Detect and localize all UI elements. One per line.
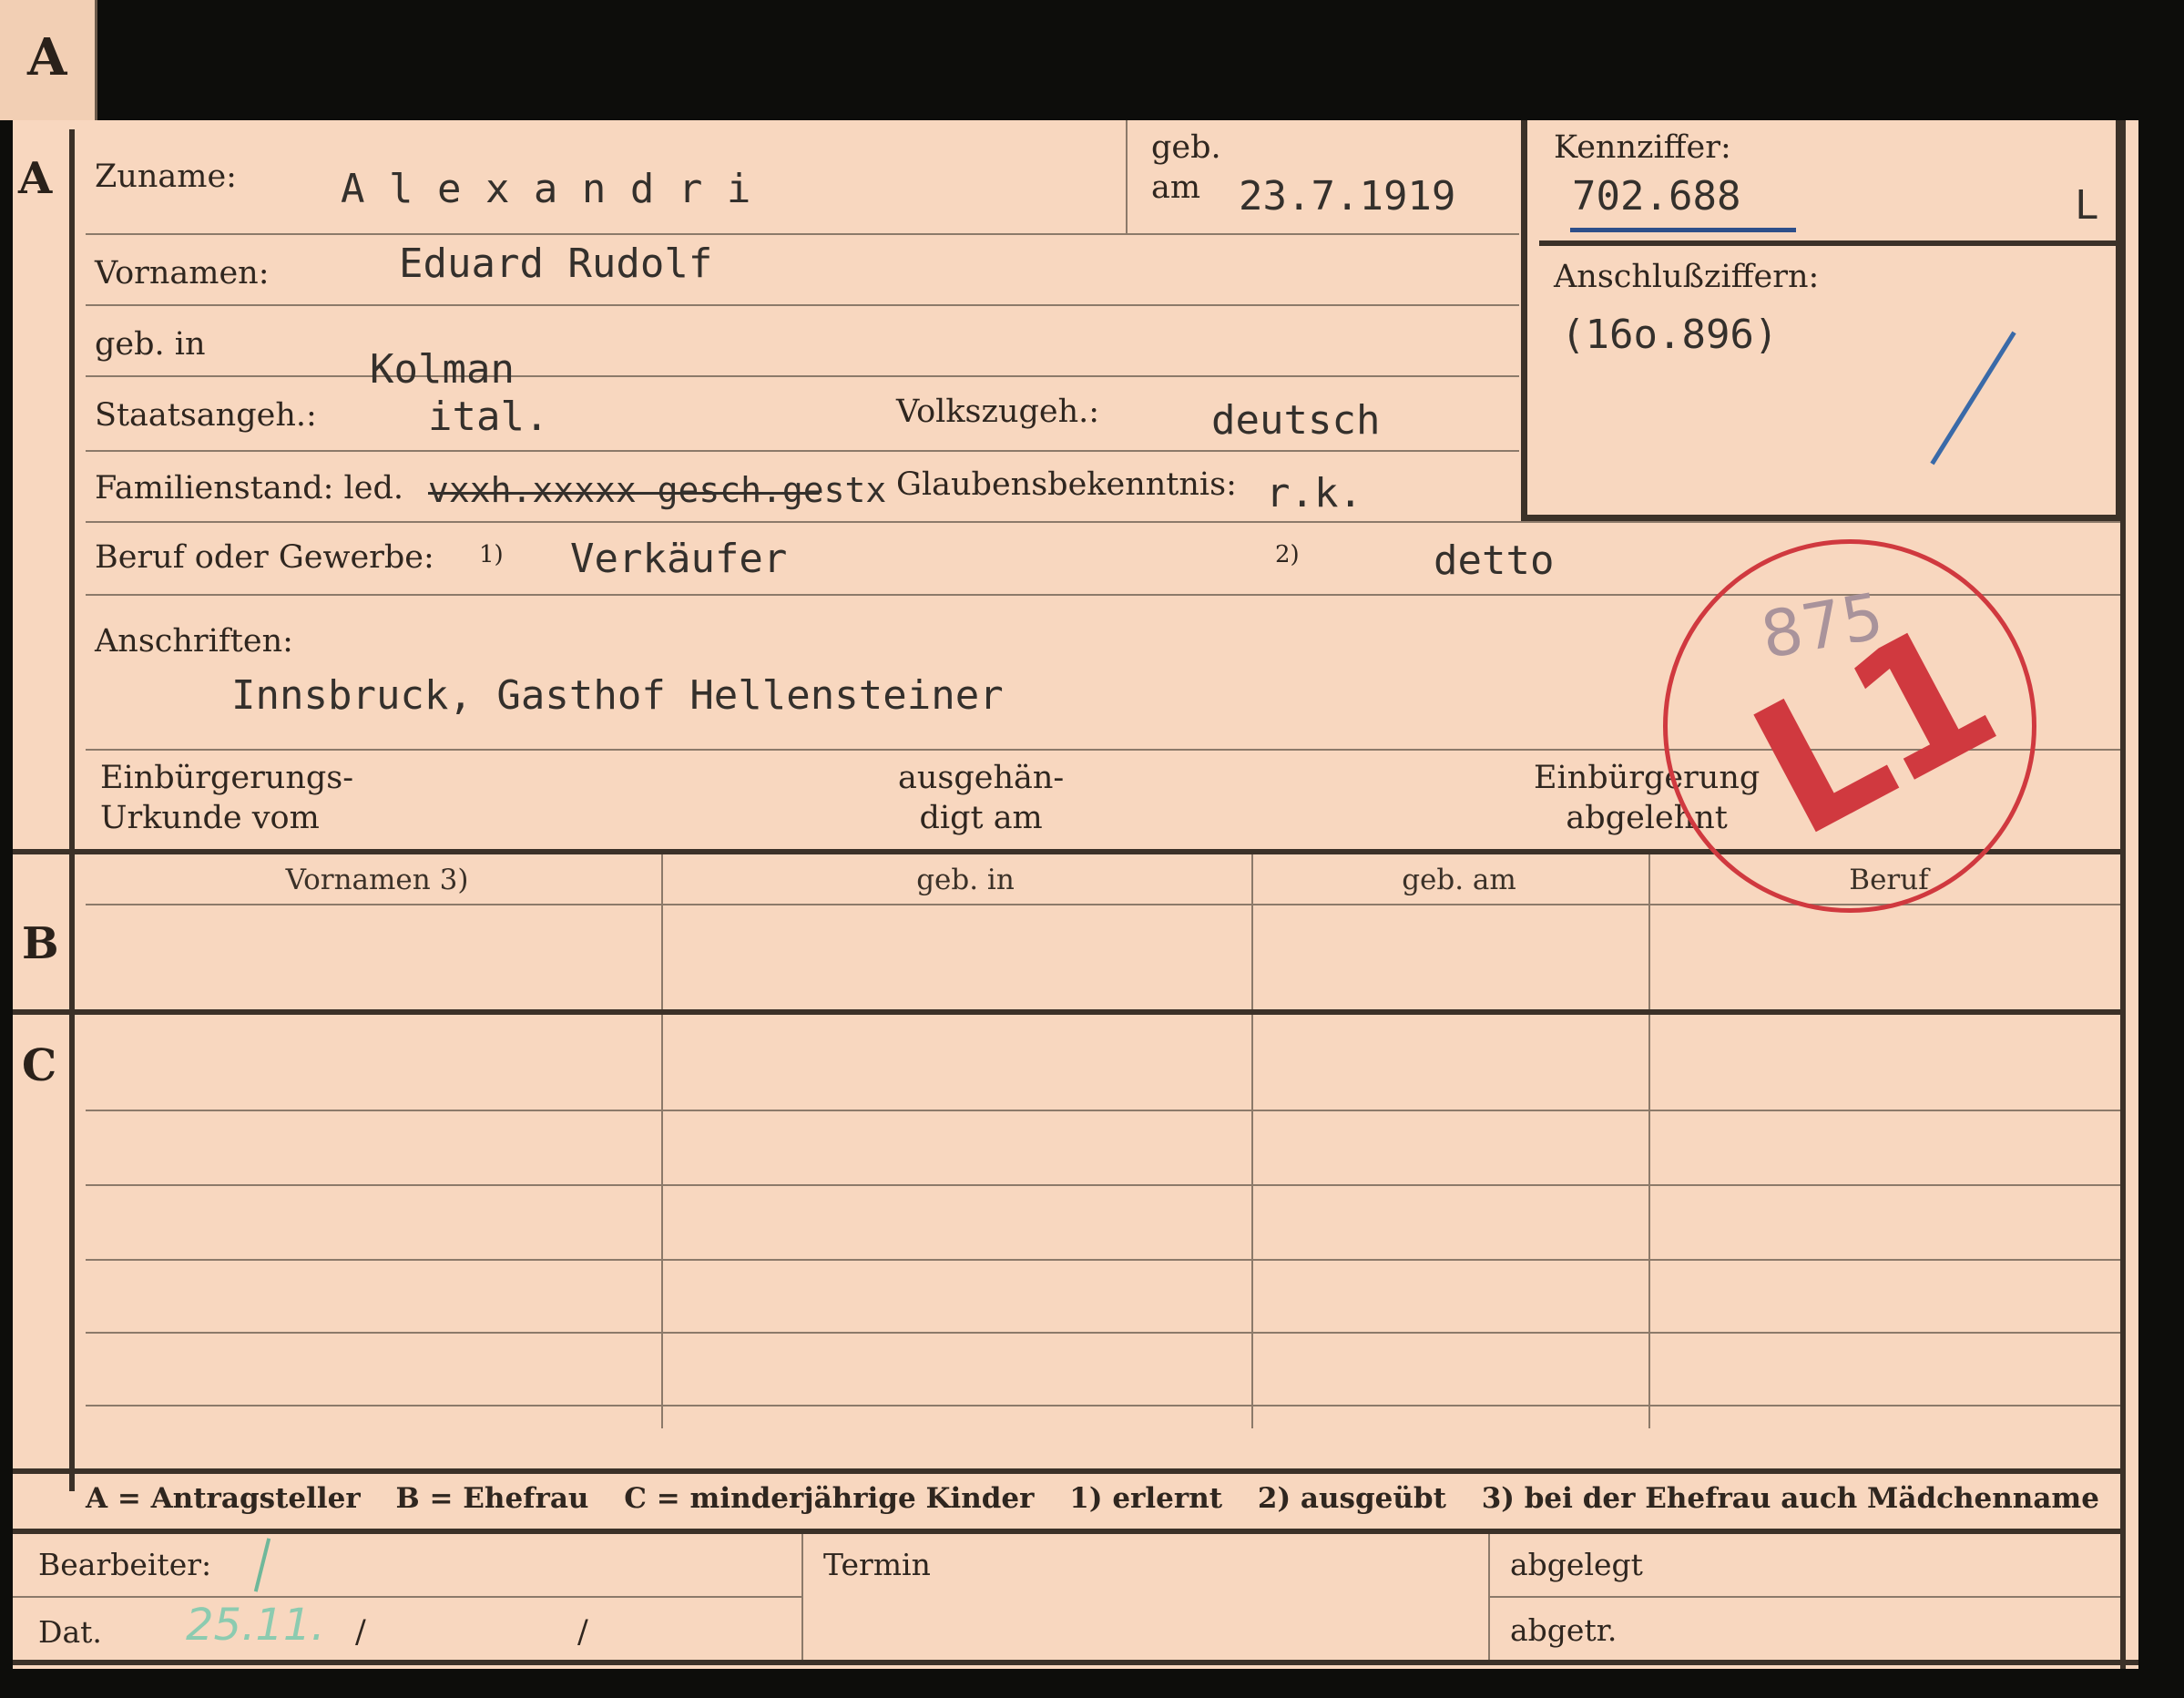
termin-label: Termin — [823, 1547, 931, 1582]
beruf-label: Beruf oder Gewerbe: — [95, 539, 434, 576]
dat-label: Dat. — [38, 1614, 102, 1650]
legend-note-1: 1) erlernt — [1069, 1482, 1223, 1515]
volkszugeh-value: deutsch — [1211, 397, 1381, 444]
left-margin-rule — [69, 129, 75, 1491]
row-rule — [86, 233, 1519, 235]
anschriften-value: Innsbruck, Gasthof Hellensteiner — [231, 672, 1004, 719]
staatsangeh-value: ital. — [428, 394, 549, 440]
vornamen-label: Vornamen: — [95, 255, 270, 292]
beruf-note-2: 2) — [1275, 541, 1300, 568]
ausgehaendigt-label: ausgehän- digt am — [898, 760, 1065, 836]
geb-label: geb. — [1151, 129, 1221, 166]
bearbeiter-mark — [253, 1538, 271, 1592]
strike-line — [428, 492, 820, 495]
section-divider-bc — [13, 1009, 2126, 1015]
footer-row-rule — [13, 1596, 801, 1598]
legend-note-2: 2) ausgeübt — [1257, 1482, 1446, 1515]
col-rule — [1251, 854, 1253, 1009]
geb-in-label: geb. in — [95, 326, 206, 363]
legend-c: C = minderjährige Kinder — [624, 1482, 1035, 1515]
col-rule — [1126, 120, 1128, 233]
anschluss-label: Anschlußziffern: — [1554, 259, 1820, 295]
kennziffer-label: Kennziffer: — [1554, 129, 1731, 166]
anschriften-label: Anschriften: — [95, 623, 293, 660]
kennziffer-value: 702.688 — [1572, 173, 1741, 220]
legend-top-rule — [13, 1468, 2126, 1474]
staatsangeh-label: Staatsangeh.: — [95, 397, 317, 434]
col-rule — [661, 854, 663, 1009]
footer-row-rule — [1488, 1596, 2120, 1598]
abgetr-label: abgetr. — [1510, 1612, 1618, 1648]
section-b-letter: B — [22, 918, 59, 969]
row-rule — [86, 304, 1519, 306]
legend: A = Antragsteller B = Ehefrau C = minder… — [86, 1482, 2125, 1515]
beruf-value-2: detto — [1434, 537, 1555, 584]
card-bottom-rule — [13, 1660, 2138, 1665]
row-rule — [86, 1110, 2120, 1111]
col-head-geb-in: geb. in — [916, 864, 1015, 896]
dat-slash-1: / — [355, 1614, 366, 1651]
col-rule — [1648, 854, 1650, 1009]
volkszugeh-label: Volkszugeh.: — [896, 394, 1100, 430]
kennziffer-divider — [1539, 240, 2122, 246]
glauben-value: r.k. — [1266, 470, 1362, 517]
bearbeiter-label: Bearbeiter: — [38, 1547, 212, 1582]
row-rule — [86, 375, 1519, 377]
birth-date: 23.7.1919 — [1239, 173, 1456, 220]
footer-col-rule — [1488, 1534, 1490, 1662]
col-rule — [661, 1015, 663, 1428]
tab-letter: A — [27, 27, 67, 87]
beruf-note-1: 1) — [479, 541, 504, 568]
am-label: am — [1151, 169, 1201, 206]
glauben-label: Glaubensbekenntnis: — [896, 466, 1237, 503]
col-head-vornamen: Vornamen 3) — [285, 864, 469, 896]
section-a-letter: A — [18, 153, 53, 204]
anschluss-value: (16o.896) — [1561, 312, 1779, 358]
col-rule — [1251, 1015, 1253, 1428]
index-tab: A — [0, 0, 97, 120]
col-rule — [1648, 1015, 1650, 1428]
familienstand-struck: vxxh.xxxxx gesch.gestx — [428, 470, 887, 510]
zuname-value: A l e x a n d r i — [341, 166, 751, 212]
kennziffer-underline — [1570, 228, 1796, 232]
vornamen-value: Eduard Rudolf — [399, 240, 713, 287]
row-rule — [86, 1405, 2120, 1406]
legend-b: B = Ehefrau — [395, 1482, 589, 1515]
zuname-label: Zuname: — [95, 159, 237, 195]
footer-col-rule — [801, 1534, 803, 1662]
row-rule — [86, 1184, 2120, 1186]
familienstand-label: Familienstand: led. — [95, 470, 403, 506]
dat-slash-2: / — [577, 1614, 588, 1651]
footer-top-rule — [13, 1529, 2126, 1534]
dat-value: 25.11. — [186, 1600, 325, 1651]
row-rule — [86, 521, 2120, 523]
geb-in-value: Kolman — [370, 346, 515, 393]
col-head-geb-am: geb. am — [1402, 864, 1516, 896]
section-c-letter: C — [22, 1040, 57, 1091]
legend-note-3: 3) bei der Ehefrau auch Mädchenname — [1481, 1482, 2099, 1515]
row-rule — [86, 1332, 2120, 1334]
einbuergerung-label: Einbürgerungs- Urkunde vom — [100, 760, 354, 836]
row-rule — [86, 1259, 2120, 1261]
kennziffer-suffix: L — [2075, 182, 2099, 229]
abgelegt-label: abgelegt — [1510, 1547, 1643, 1582]
registration-card: A B C Zuname: A l e x a n d r i geb. am … — [13, 120, 2138, 1669]
row-rule — [86, 450, 1519, 452]
beruf-value-1: Verkäufer — [570, 536, 788, 582]
legend-a: A = Antragsteller — [86, 1482, 361, 1515]
